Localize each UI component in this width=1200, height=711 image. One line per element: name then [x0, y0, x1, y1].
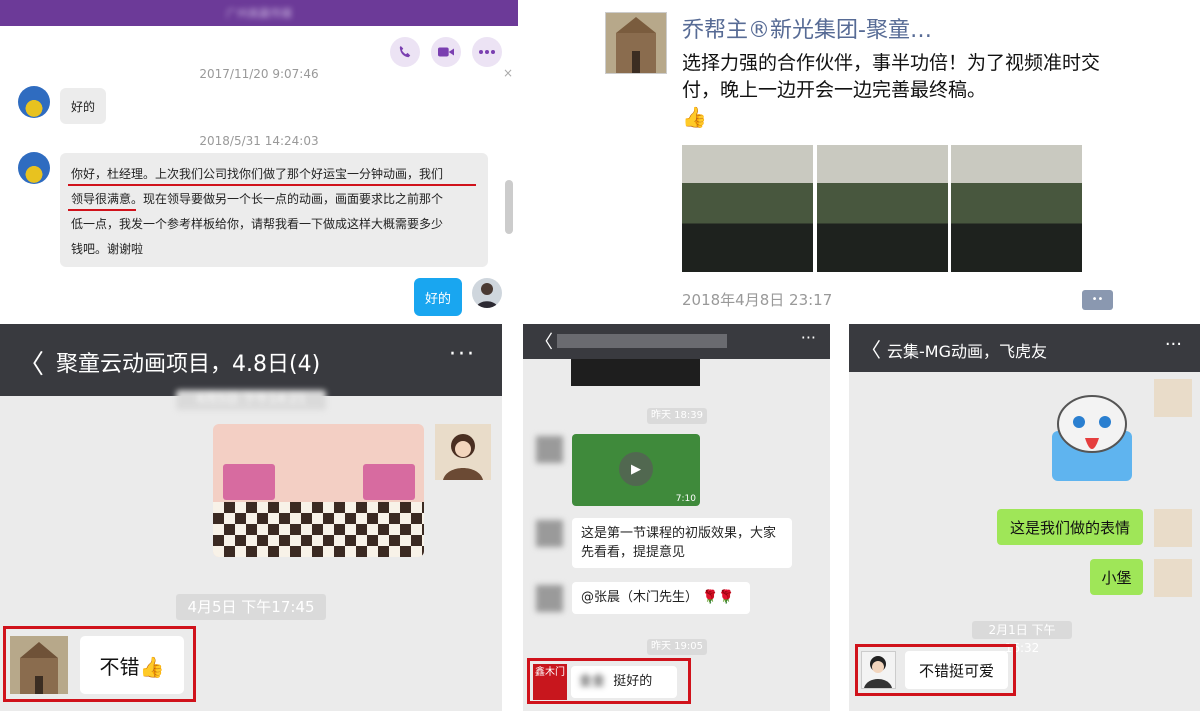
- timestamp: 2018/5/31 14:24:03: [199, 134, 319, 148]
- more-icon[interactable]: [472, 37, 502, 67]
- wechat-course-group-panel: 〈 ··· 昨天 18:39 ▶ 7:10 这是第一节课程的初版效果，大家先看看…: [523, 324, 830, 711]
- timestamp: 2017/11/20 9:07:46: [199, 67, 319, 81]
- message-bubble: 不错挺可爱: [905, 651, 1008, 689]
- avatar[interactable]: [435, 424, 491, 480]
- message-bubble: 不错👍: [80, 636, 184, 694]
- avatar[interactable]: [861, 651, 896, 689]
- avatar[interactable]: [536, 585, 563, 612]
- avatar[interactable]: [605, 12, 667, 74]
- post-photo[interactable]: [682, 145, 813, 272]
- video-message[interactable]: ▶ 7:10: [572, 434, 700, 506]
- chat-header: 〈 云集-MG动画，飞虎友 ···: [849, 324, 1200, 372]
- avatar[interactable]: [536, 520, 563, 547]
- seal-avatar[interactable]: 鑫木门: [533, 664, 567, 700]
- chat-title: 聚童云动画项目，4.8日(4): [56, 352, 321, 377]
- chat-title-redacted: [557, 334, 727, 348]
- timestamp: 昨天 18:39: [647, 408, 707, 424]
- back-icon[interactable]: 〈: [18, 344, 44, 381]
- message-bubble: 这是我们做的表情: [997, 509, 1143, 545]
- message-bubble: 金金 挺好的: [571, 666, 677, 698]
- message-text: 挺好的: [613, 674, 653, 689]
- avatar[interactable]: [1154, 379, 1192, 417]
- previous-image[interactable]: [571, 359, 700, 386]
- timestamp: 4月5日 下午14:21: [176, 390, 326, 410]
- message-bubble: 好的: [60, 88, 106, 124]
- timestamp: 昨天 19:05: [647, 639, 707, 655]
- chat-actions: [390, 37, 502, 67]
- sticker-cat-ice[interactable]: [1037, 386, 1147, 486]
- image-detail: [223, 464, 275, 500]
- avatar[interactable]: [536, 436, 563, 463]
- poster-name[interactable]: 乔帮主®新光集团-聚童…: [682, 12, 932, 44]
- post-photo[interactable]: [817, 145, 948, 272]
- window-title: 广州高赢传媒: [226, 7, 292, 20]
- comment-icon[interactable]: ••: [1082, 290, 1113, 310]
- chat-title: 云集-MG动画，飞虎友: [887, 342, 1047, 361]
- phone-icon[interactable]: [390, 37, 420, 67]
- window-titlebar: 广州高赢传媒: [0, 0, 518, 26]
- avatar[interactable]: [10, 636, 68, 694]
- thumbs-up-icon: 👍: [682, 105, 707, 129]
- chat-header: 〈 聚童云动画项目，4.8日(4) ···: [0, 324, 502, 396]
- message-bubble: @张晨（木门先生） 🌹🌹: [572, 582, 750, 614]
- back-icon[interactable]: 〈: [535, 328, 553, 354]
- message-bubble: 小堡: [1090, 559, 1143, 595]
- post-date: 2018年4月8日 23:17: [682, 291, 833, 309]
- image-detail: [363, 464, 415, 500]
- timestamp: 4月5日 下午17:45: [176, 594, 326, 620]
- reply-bubble: 好的: [414, 278, 462, 316]
- message-line: 低一点，我发一个参考样板给你，请帮我看一下做成这样大概需要多少: [71, 217, 444, 231]
- post-text: 选择力强的合作伙伴，事半功倍！为了视频准时交付，晚上一边开会一边完善最终稿。: [682, 52, 1101, 101]
- wechat-group-panel: 〈 聚童云动画项目，4.8日(4) ··· 4月5日 下午14:21 4月5日 …: [0, 324, 502, 711]
- timestamp: 2月1日 下午16:32: [972, 621, 1072, 655]
- avatar[interactable]: [1154, 559, 1192, 597]
- video-icon[interactable]: [431, 37, 461, 67]
- shared-image[interactable]: [213, 424, 424, 557]
- highlight-underline: [68, 209, 136, 211]
- avatar[interactable]: [18, 152, 50, 184]
- back-icon[interactable]: 〈: [861, 334, 881, 363]
- more-icon[interactable]: ···: [449, 342, 476, 367]
- more-icon[interactable]: ···: [801, 328, 816, 347]
- highlight-underline: [68, 184, 476, 186]
- post-photo[interactable]: [951, 145, 1082, 272]
- play-icon[interactable]: ▶: [619, 452, 653, 486]
- image-floor: [213, 502, 424, 557]
- more-icon[interactable]: ···: [1165, 334, 1182, 355]
- moments-post-panel: 乔帮主®新光集团-聚童… 选择力强的合作伙伴，事半功倍！为了视频准时交付，晚上一…: [527, 0, 1200, 322]
- message-bubble: 这是第一节课程的初版效果，大家先看看，提提意见: [572, 518, 792, 568]
- avatar[interactable]: [472, 278, 502, 308]
- qq-chat-panel: 广州高赢传媒 × 2017/11/20 9:07:46 好的 2018/5/31…: [0, 0, 518, 322]
- sender-name: 金金: [579, 674, 606, 689]
- wechat-mg-group-panel: 〈 云集-MG动画，飞虎友 ··· 这是我们做的表情 小堡 2月1日 下午16:…: [849, 324, 1200, 711]
- scrollbar[interactable]: [505, 180, 513, 234]
- chat-header: 〈 ···: [523, 324, 830, 359]
- avatar[interactable]: [18, 86, 50, 118]
- message-line: 钱吧。谢谢啦: [71, 242, 144, 256]
- avatar[interactable]: [1154, 509, 1192, 547]
- video-duration: 7:10: [675, 494, 696, 504]
